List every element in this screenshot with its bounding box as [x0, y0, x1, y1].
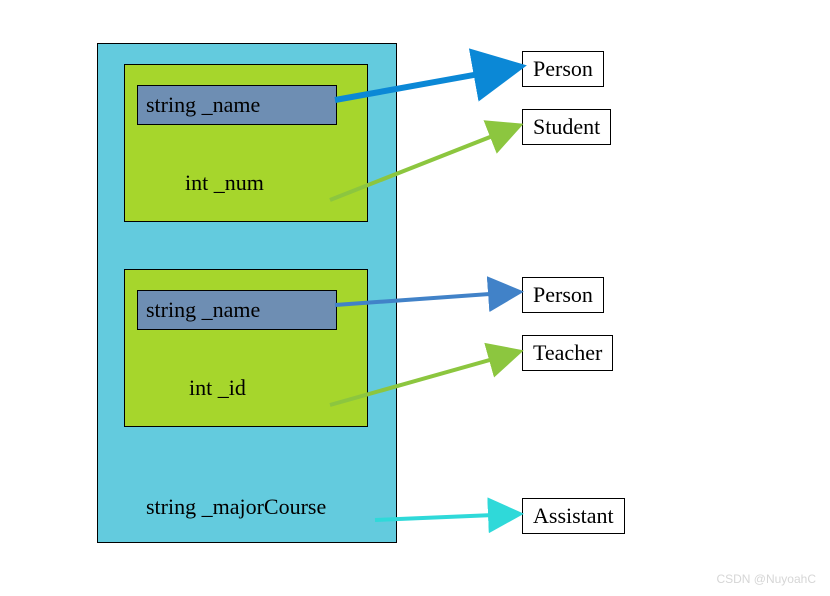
teacher-member-text: int _id — [189, 375, 246, 401]
student-member-text: int _num — [185, 170, 264, 196]
person-subobject-2: string _name — [137, 290, 337, 330]
assistant-object-box: string _name int _num string _name int _… — [97, 43, 397, 543]
label-assistant: Assistant — [522, 498, 625, 534]
name-field-1: string _name — [146, 92, 260, 117]
assistant-member-text: string _majorCourse — [146, 494, 326, 520]
name-field-2: string _name — [146, 297, 260, 322]
teacher-subobject-box: string _name int _id — [124, 269, 368, 427]
watermark: CSDN @NuyoahC — [716, 572, 816, 586]
student-subobject-box: string _name int _num — [124, 64, 368, 222]
person-subobject-1: string _name — [137, 85, 337, 125]
label-teacher: Teacher — [522, 335, 613, 371]
label-person-1: Person — [522, 51, 604, 87]
label-student: Student — [522, 109, 611, 145]
label-person-2: Person — [522, 277, 604, 313]
